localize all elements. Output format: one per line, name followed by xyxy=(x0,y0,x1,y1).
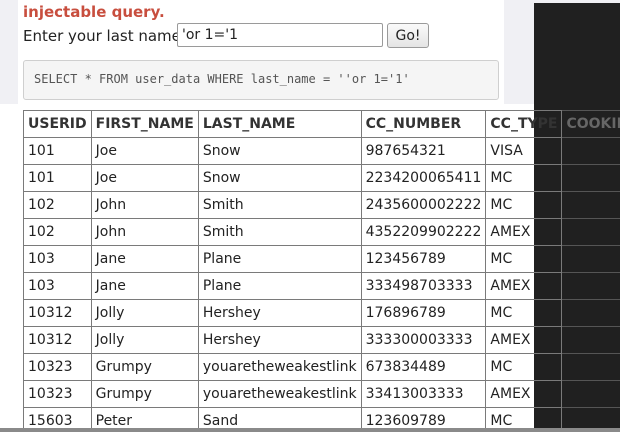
table-row: 101 Joe Snow 2234200065411 MC xyxy=(23,164,620,192)
column-header-first-name: FIRST_NAME xyxy=(90,110,199,138)
cell-first-name: Grumpy xyxy=(90,380,199,408)
cell-cc-number: 2234200065411 xyxy=(360,164,487,192)
cell-cc-type: AMEX xyxy=(485,380,563,408)
cell-first-name: Peter xyxy=(90,407,199,428)
cell-cc-type: AMEX xyxy=(485,218,563,246)
cell-first-name: Joe xyxy=(90,164,199,192)
table-body: 101 Joe Snow 987654321 VISA 101 Joe Snow 2234200… xyxy=(23,137,620,428)
column-header-cc-number: CC_NUMBER xyxy=(360,110,487,138)
cell-cc-number: 333498703333 xyxy=(360,272,487,300)
sql-query-display: SELECT * FROM user_data WHERE last_name … xyxy=(23,60,499,100)
horizontal-scrollbar[interactable] xyxy=(0,428,620,432)
table-row: 10323 Grumpy youaretheweakestlink 334130033… xyxy=(23,380,620,408)
cell-cc-number: 176896789 xyxy=(360,299,487,327)
cell-last-name: Sand xyxy=(197,407,362,428)
cell-first-name: Jane xyxy=(90,245,199,273)
cell-cookie xyxy=(561,218,620,246)
cell-cc-number: 987654321 xyxy=(360,137,487,165)
cell-userid: 102 xyxy=(23,218,92,246)
cell-userid: 10323 xyxy=(23,353,92,381)
cell-first-name: John xyxy=(90,218,199,246)
cell-last-name: Snow xyxy=(197,164,362,192)
cell-cc-type: MC xyxy=(485,191,563,219)
cell-cc-type: VISA xyxy=(485,137,563,165)
cell-cookie xyxy=(561,299,620,327)
cell-first-name: Grumpy xyxy=(90,353,199,381)
cell-cc-number: 2435600002222 xyxy=(360,191,487,219)
cell-cookie xyxy=(561,191,620,219)
cell-last-name: Hershey xyxy=(197,299,362,327)
cell-userid: 10312 xyxy=(23,326,92,354)
table-row: 101 Joe Snow 987654321 VISA xyxy=(23,137,620,165)
table-row: 15603 Peter Sand 123609789 MC xyxy=(23,407,620,428)
cell-cc-number: 4352209902222 xyxy=(360,218,487,246)
cell-cookie xyxy=(561,137,620,165)
cell-userid: 103 xyxy=(23,272,92,300)
column-header-cc-type: CC_TYPE xyxy=(485,110,563,138)
cell-cookie xyxy=(561,407,620,428)
cell-userid: 10323 xyxy=(23,380,92,408)
cell-cc-type: MC xyxy=(485,245,563,273)
cell-userid: 103 xyxy=(23,245,92,273)
cell-cc-type: MC xyxy=(485,164,563,192)
cell-cc-number: 673834489 xyxy=(360,353,487,381)
cell-cc-type: AMEX xyxy=(485,272,563,300)
cell-first-name: Jolly xyxy=(90,326,199,354)
cell-first-name: Joe xyxy=(90,137,199,165)
cell-first-name: Jane xyxy=(90,272,199,300)
results-table-container: USERID FIRST_NAME LAST_NAME CC_NUMBER CC… xyxy=(23,110,620,428)
cell-cc-number: 123609789 xyxy=(360,407,487,428)
last-name-label: Enter your last name: xyxy=(23,27,186,45)
cell-last-name: Snow xyxy=(197,137,362,165)
cell-cc-type: MC xyxy=(485,353,563,381)
cell-cc-type: AMEX xyxy=(485,326,563,354)
cell-last-name: Plane xyxy=(197,245,362,273)
table-header-row: USERID FIRST_NAME LAST_NAME CC_NUMBER CC… xyxy=(23,110,620,138)
cell-cookie xyxy=(561,272,620,300)
table-row: 10312 Jolly Hershey 333300003333 AMEX xyxy=(23,326,620,354)
cell-cookie xyxy=(561,326,620,354)
column-header-cookie: COOKIE xyxy=(561,110,620,138)
go-button[interactable]: Go! xyxy=(387,23,429,48)
cell-last-name: Smith xyxy=(197,218,362,246)
table-row: 103 Jane Plane 123456789 MC xyxy=(23,245,620,273)
column-header-last-name: LAST_NAME xyxy=(197,110,362,138)
cell-cookie xyxy=(561,380,620,408)
cell-last-name: youaretheweakestlink xyxy=(197,353,362,381)
cell-cookie xyxy=(561,245,620,273)
cell-userid: 101 xyxy=(23,164,92,192)
column-header-userid: USERID xyxy=(23,110,92,138)
cell-cookie xyxy=(561,353,620,381)
cell-userid: 102 xyxy=(23,191,92,219)
cell-last-name: Plane xyxy=(197,272,362,300)
cell-cookie xyxy=(561,164,620,192)
results-table: USERID FIRST_NAME LAST_NAME CC_NUMBER CC… xyxy=(23,110,620,428)
cell-cc-type: MC xyxy=(485,299,563,327)
table-row: 103 Jane Plane 333498703333 AMEX xyxy=(23,272,620,300)
table-row: 102 John Smith 2435600002222 MC xyxy=(23,191,620,219)
cell-cc-number: 33413003333 xyxy=(360,380,487,408)
table-row: 10312 Jolly Hershey 176896789 MC xyxy=(23,299,620,327)
cell-cc-number: 123456789 xyxy=(360,245,487,273)
cell-userid: 10312 xyxy=(23,299,92,327)
last-name-input[interactable] xyxy=(177,23,383,47)
cell-userid: 15603 xyxy=(23,407,92,428)
lesson-heading: injectable query. xyxy=(23,3,165,21)
cell-last-name: youaretheweakestlink xyxy=(197,380,362,408)
cell-first-name: Jolly xyxy=(90,299,199,327)
cell-last-name: Hershey xyxy=(197,326,362,354)
cell-cc-number: 333300003333 xyxy=(360,326,487,354)
cell-first-name: John xyxy=(90,191,199,219)
cell-userid: 101 xyxy=(23,137,92,165)
table-row: 102 John Smith 4352209902222 AMEX xyxy=(23,218,620,246)
cell-last-name: Smith xyxy=(197,191,362,219)
table-row: 10323 Grumpy youaretheweakestlink 673834489… xyxy=(23,353,620,381)
cell-cc-type: MC xyxy=(485,407,563,428)
